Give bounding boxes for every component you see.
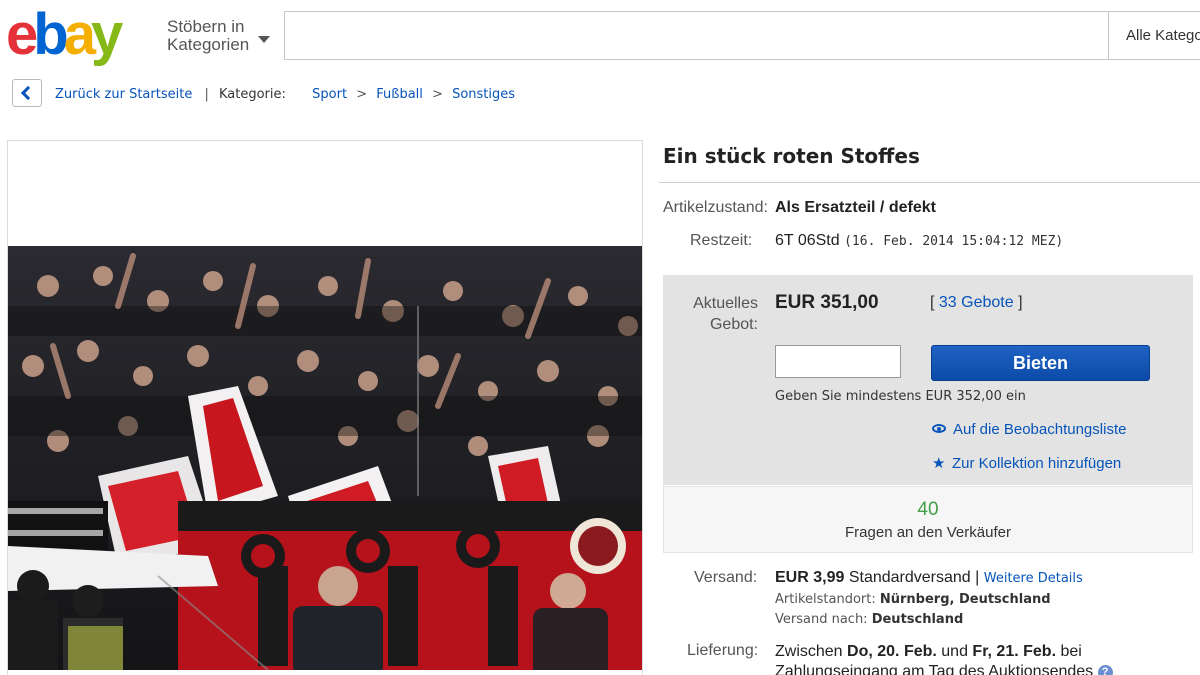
item-location: Artikelstandort: Nürnberg, Deutschland bbox=[775, 592, 1051, 607]
breadcrumb-item-sport[interactable]: Sport bbox=[312, 87, 347, 102]
breadcrumb-arrow: > bbox=[432, 87, 443, 102]
breadcrumb-separator: | bbox=[204, 87, 209, 102]
seller-questions-label[interactable]: Fragen an den Verkäufer bbox=[663, 524, 1193, 541]
browse-label-line2: Kategorien bbox=[167, 35, 250, 54]
add-to-collection-link[interactable]: ★ Zur Kollektion hinzufügen bbox=[932, 454, 1121, 472]
browse-categories-button[interactable]: Stöbern in Kategorien bbox=[167, 18, 249, 54]
condition-label: Artikelzustand: bbox=[663, 199, 768, 216]
star-icon: ★ bbox=[932, 455, 946, 472]
delivery-date-from: Do, 20. Feb. bbox=[847, 643, 937, 660]
bid-count-bracket-open: [ bbox=[930, 294, 935, 311]
add-to-watchlist-link[interactable]: Auf die Beobachtungsliste bbox=[932, 421, 1126, 438]
condition-value: Als Ersatzteil / defekt bbox=[775, 199, 936, 216]
ships-to-value: Deutschland bbox=[871, 612, 964, 627]
delivery-value: Zwischen Do, 20. Feb. und Fr, 21. Feb. b… bbox=[775, 642, 1195, 675]
eye-icon bbox=[932, 424, 946, 433]
category-label: Kategorie: bbox=[218, 87, 286, 102]
place-bid-button[interactable]: Bieten bbox=[931, 345, 1150, 381]
current-bid-label-line1: Aktuelles bbox=[693, 295, 758, 312]
shipping-method: Standardversand | bbox=[848, 569, 980, 586]
help-icon[interactable]: ? bbox=[1097, 665, 1113, 675]
shipping-price: EUR 3,99 bbox=[775, 569, 845, 586]
logo-letter-e: e bbox=[6, 2, 38, 67]
category-select[interactable]: Alle Kategorien bbox=[1108, 11, 1200, 60]
breadcrumb-item-fussball[interactable]: Fußball bbox=[376, 87, 423, 102]
minimum-bid-hint: Geben Sie mindestens EUR 352,00 ein bbox=[775, 389, 1026, 404]
watchlist-label: Auf die Beobachtungsliste bbox=[953, 421, 1127, 438]
collection-label: Zur Kollektion hinzufügen bbox=[952, 455, 1122, 472]
ships-to: Versand nach: Deutschland bbox=[775, 612, 963, 627]
title-divider bbox=[659, 182, 1200, 183]
item-location-label: Artikelstandort: bbox=[775, 592, 876, 607]
breadcrumb-item-sonstiges[interactable]: Sonstiges bbox=[452, 87, 515, 102]
time-left-value: 6T 06Std (16. Feb. 2014 15:04:12 MEZ) bbox=[775, 232, 1063, 250]
item-title: Ein stück roten Stoffes bbox=[663, 144, 920, 168]
caret-down-icon[interactable] bbox=[258, 36, 270, 43]
browse-label-line1: Stöbern in bbox=[167, 17, 245, 36]
bid-count-link[interactable]: 33 Gebote bbox=[939, 294, 1014, 311]
back-to-home-link[interactable]: Zurück zur Startseite bbox=[55, 87, 192, 102]
bid-count: [ 33 Gebote ] bbox=[930, 294, 1023, 312]
bid-count-bracket-close: ] bbox=[1018, 294, 1023, 311]
ebay-logo[interactable]: ebay bbox=[6, 6, 156, 64]
back-button[interactable] bbox=[12, 79, 42, 107]
logo-letter-b: b bbox=[33, 2, 69, 67]
chevron-left-icon bbox=[20, 85, 36, 101]
current-bid-label-line2: Gebot: bbox=[709, 316, 758, 333]
shipping-details-link[interactable]: Weitere Details bbox=[984, 571, 1083, 586]
delivery-label: Lieferung: bbox=[687, 642, 759, 659]
delivery-prefix: Zwischen bbox=[775, 643, 848, 660]
seller-questions-count[interactable]: 40 bbox=[663, 499, 1193, 521]
shipping-label: Versand: bbox=[694, 569, 758, 586]
delivery-date-to: Fr, 21. Feb. bbox=[972, 643, 1057, 660]
crowd-photo-illustration bbox=[8, 246, 642, 670]
ships-to-label: Versand nach: bbox=[775, 612, 868, 627]
logo-letter-a: a bbox=[63, 2, 96, 67]
item-photo[interactable] bbox=[8, 246, 642, 670]
bid-amount-input[interactable] bbox=[775, 345, 901, 378]
delivery-and: und bbox=[936, 643, 973, 660]
item-location-value: Nürnberg, Deutschland bbox=[879, 592, 1051, 607]
time-left-end-date: (16. Feb. 2014 15:04:12 MEZ) bbox=[844, 234, 1064, 249]
time-left-label: Restzeit: bbox=[690, 232, 753, 249]
shipping-value: EUR 3,99 Standardversand | Weitere Detai… bbox=[775, 569, 1083, 587]
time-left-remaining: 6T 06Std bbox=[775, 232, 840, 249]
current-bid-price: EUR 351,00 bbox=[775, 292, 879, 313]
search-input[interactable] bbox=[284, 11, 1114, 60]
breadcrumb-arrow: > bbox=[356, 87, 368, 102]
current-bid-label: Aktuelles Gebot: bbox=[663, 293, 758, 335]
breadcrumb: Zurück zur Startseite | Kategorie: Sport… bbox=[55, 87, 515, 102]
logo-letter-y: y bbox=[90, 2, 123, 67]
